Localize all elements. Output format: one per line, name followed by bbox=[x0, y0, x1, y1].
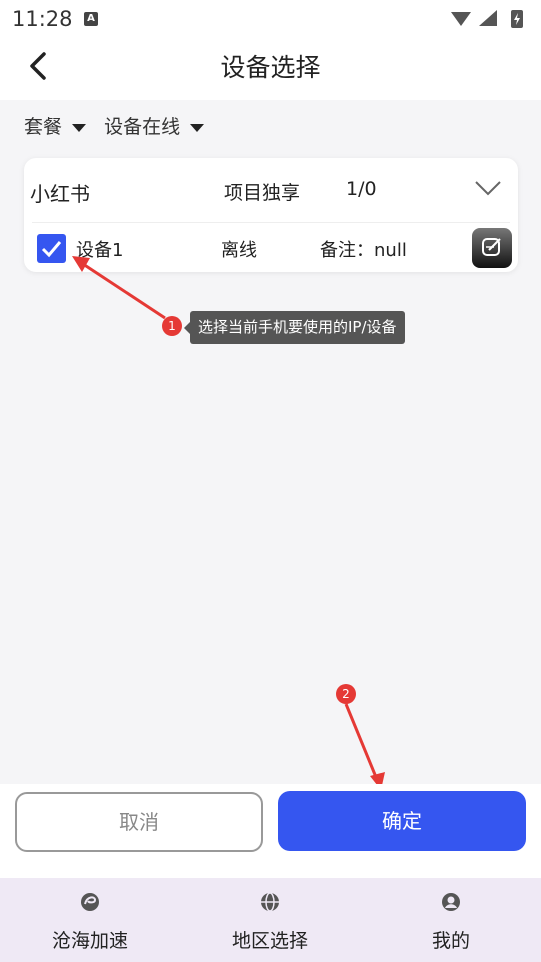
status-time: 11:28 bbox=[12, 7, 73, 31]
package-name: 小红书 bbox=[30, 182, 90, 206]
device-remark: 备注：null bbox=[320, 240, 407, 261]
device-checkbox[interactable] bbox=[37, 234, 66, 263]
filter-package-label: 套餐 bbox=[24, 116, 63, 138]
tab-mine[interactable]: 我的 bbox=[361, 878, 541, 962]
status-icons bbox=[451, 10, 523, 28]
user-icon bbox=[442, 893, 460, 911]
caret-down-icon bbox=[72, 123, 87, 132]
tab-region-select[interactable]: 地区选择 bbox=[180, 878, 360, 962]
package-count: 1/0 bbox=[346, 178, 377, 200]
annotation-tooltip: 选择当前手机要使用的IP/设备 bbox=[184, 311, 405, 344]
checkmark-icon bbox=[41, 241, 62, 258]
filter-device-status-label: 设备在线 bbox=[104, 116, 181, 138]
package-card: 小红书 项目独享 1/0 设备1 离线 备注：null bbox=[24, 158, 518, 272]
cancel-button[interactable]: 取消 bbox=[15, 792, 263, 852]
accelerate-icon bbox=[81, 893, 99, 911]
caret-down-icon bbox=[190, 123, 205, 132]
wifi-icon bbox=[451, 12, 471, 26]
edit-remark-button[interactable] bbox=[472, 228, 512, 268]
tab-label: 地区选择 bbox=[231, 930, 308, 952]
signal-icon bbox=[479, 10, 497, 26]
tab-label: 我的 bbox=[431, 930, 470, 952]
tab-accelerate[interactable]: 沧海加速 bbox=[0, 878, 180, 962]
package-type: 项目独享 bbox=[224, 182, 301, 204]
device-name: 设备1 bbox=[76, 240, 124, 261]
device-status: 离线 bbox=[221, 240, 257, 261]
filter-bar: 套餐 设备在线 bbox=[24, 112, 216, 139]
chevron-down-icon[interactable] bbox=[474, 178, 502, 198]
notification-icon: A bbox=[84, 12, 98, 26]
header: 设备选择 bbox=[0, 38, 541, 100]
globe-icon bbox=[261, 892, 279, 912]
tab-label: 沧海加速 bbox=[51, 930, 128, 952]
filter-package[interactable]: 套餐 bbox=[24, 112, 87, 139]
status-bar: 11:28 A bbox=[0, 0, 541, 38]
page-title: 设备选择 bbox=[220, 53, 321, 82]
annotation-badge-1: 1 bbox=[162, 316, 182, 336]
filter-device-status[interactable]: 设备在线 bbox=[104, 112, 205, 139]
action-bar: 取消 确定 bbox=[0, 784, 541, 878]
edit-icon bbox=[482, 238, 501, 256]
annotation-badge-2: 2 bbox=[336, 684, 356, 704]
divider bbox=[32, 222, 510, 223]
bottom-tab-bar: 沧海加速 地区选择 我的 bbox=[0, 878, 541, 962]
confirm-button[interactable]: 确定 bbox=[278, 791, 526, 851]
